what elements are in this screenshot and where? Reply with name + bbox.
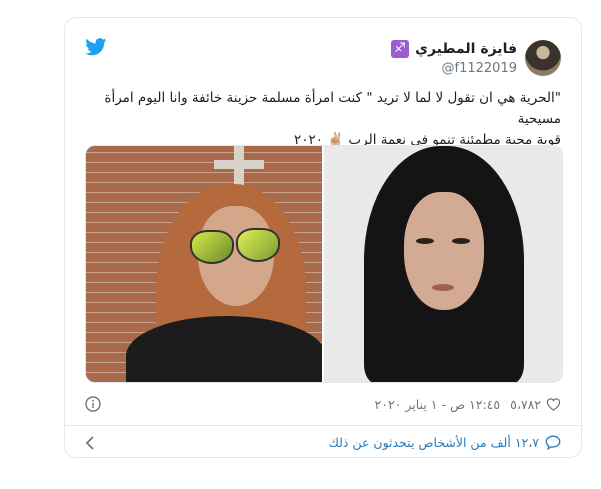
- face-shape: [404, 192, 484, 310]
- tweet-media[interactable]: [85, 145, 563, 383]
- eye-left: [416, 238, 434, 244]
- photo-after[interactable]: [86, 146, 324, 382]
- church-cross-bar: [214, 160, 264, 169]
- author-name[interactable]: فايزة المطيري: [415, 41, 517, 57]
- tweet-meta-row: ٥،٧٨٢ ١٢:٤٥ ص - ١ يناير ٢٠٢٠: [85, 392, 561, 416]
- author-name-row[interactable]: فايزة المطيري ♐: [391, 40, 517, 58]
- photo-before[interactable]: [324, 146, 562, 382]
- twitter-logo-icon[interactable]: [85, 38, 107, 56]
- sunglasses-lens-left: [190, 230, 234, 264]
- conversation-text: ١٢،٧ ألف من الأشخاص يتحدثون عن ذلك: [328, 435, 539, 450]
- eye-right: [452, 238, 470, 244]
- conversation-link[interactable]: ١٢،٧ ألف من الأشخاص يتحدثون عن ذلك: [329, 435, 561, 450]
- like-count: ٥،٧٨٢: [510, 396, 541, 412]
- speech-bubble-icon: [545, 435, 561, 450]
- tweet-text-line: "الحرية هي ان تقول لا لما لا تريد " كنت …: [104, 90, 561, 127]
- sagittarius-icon: ♐: [391, 40, 410, 58]
- tweet-footer: ١٢،٧ ألف من الأشخاص يتحدثون عن ذلك: [85, 426, 561, 459]
- sunglasses-lens-right: [236, 228, 280, 262]
- lips-shape: [432, 284, 454, 291]
- author-block[interactable]: فايزة المطيري ♐ @f1122019: [391, 38, 517, 76]
- info-icon[interactable]: [85, 396, 101, 412]
- embedded-tweet-card: فايزة المطيري ♐ @f1122019 "الحرية هي ان …: [64, 17, 582, 458]
- author-handle[interactable]: @f1122019: [391, 61, 517, 76]
- chevron-left-icon[interactable]: [85, 435, 95, 450]
- author-avatar[interactable]: [525, 40, 561, 76]
- heart-icon: [546, 398, 561, 411]
- meta-right: ٥،٧٨٢ ١٢:٤٥ ص - ١ يناير ٢٠٢٠: [375, 397, 561, 412]
- tweet-text: "الحرية هي ان تقول لا لما لا تريد " كنت …: [85, 88, 561, 151]
- tweet-timestamp[interactable]: ١٢:٤٥ ص - ١ يناير ٢٠٢٠: [375, 397, 501, 412]
- like-button[interactable]: ٥،٧٨٢: [510, 397, 561, 412]
